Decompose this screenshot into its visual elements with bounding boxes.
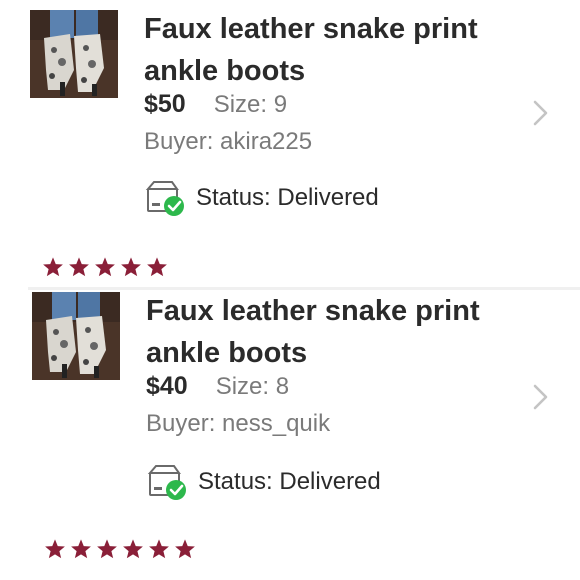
star-icon (147, 257, 167, 277)
chevron-right-icon[interactable] (530, 98, 552, 128)
listing-title: Faux leather snake print ankle boots (144, 13, 478, 87)
listing-title: Faux leather snake print ankle boots (146, 295, 480, 369)
buyer-username: Buyer: ness_quik (146, 410, 331, 437)
star-icon (45, 539, 65, 559)
rating-stars (44, 538, 196, 560)
star-icon (97, 539, 117, 559)
star-icon (123, 539, 143, 559)
status-text: Status: Delivered (196, 184, 379, 211)
star-icon (43, 257, 63, 277)
star-icon (95, 257, 115, 277)
package-delivered-check-icon (145, 181, 184, 216)
listing-thumbnail[interactable] (30, 10, 118, 98)
listing-thumbnail[interactable] (32, 292, 120, 380)
star-icon (121, 257, 141, 277)
star-icon (175, 539, 195, 559)
package-delivered-check-icon (147, 465, 186, 500)
listing-size: Size: 8 (215, 373, 290, 400)
sold-listing-card[interactable]: Faux leather snake print ankle boots $50… (0, 0, 580, 291)
price-size-row: $50 Size: 9 (144, 90, 287, 126)
sold-listing-card[interactable]: Faux leather snake print ankle boots $40… (0, 290, 580, 580)
order-status: Status: Delivered (146, 464, 381, 500)
boots-photo (30, 10, 118, 98)
listing-price: $40 (146, 372, 188, 400)
sold-items-list: Faux leather snake print ankle boots $50… (0, 0, 580, 580)
boots-photo (32, 292, 120, 380)
listing-price: $50 (144, 90, 186, 118)
chevron-right-icon[interactable] (530, 382, 552, 412)
star-icon (71, 539, 91, 559)
price-size-row: $40 Size: 8 (146, 372, 289, 408)
buyer-username: Buyer: akira225 (144, 128, 313, 155)
listing-size: Size: 9 (213, 91, 288, 118)
rating-stars (42, 256, 168, 278)
star-icon (149, 539, 169, 559)
status-text: Status: Delivered (198, 468, 381, 495)
star-icon (69, 257, 89, 277)
order-status: Status: Delivered (144, 180, 379, 216)
